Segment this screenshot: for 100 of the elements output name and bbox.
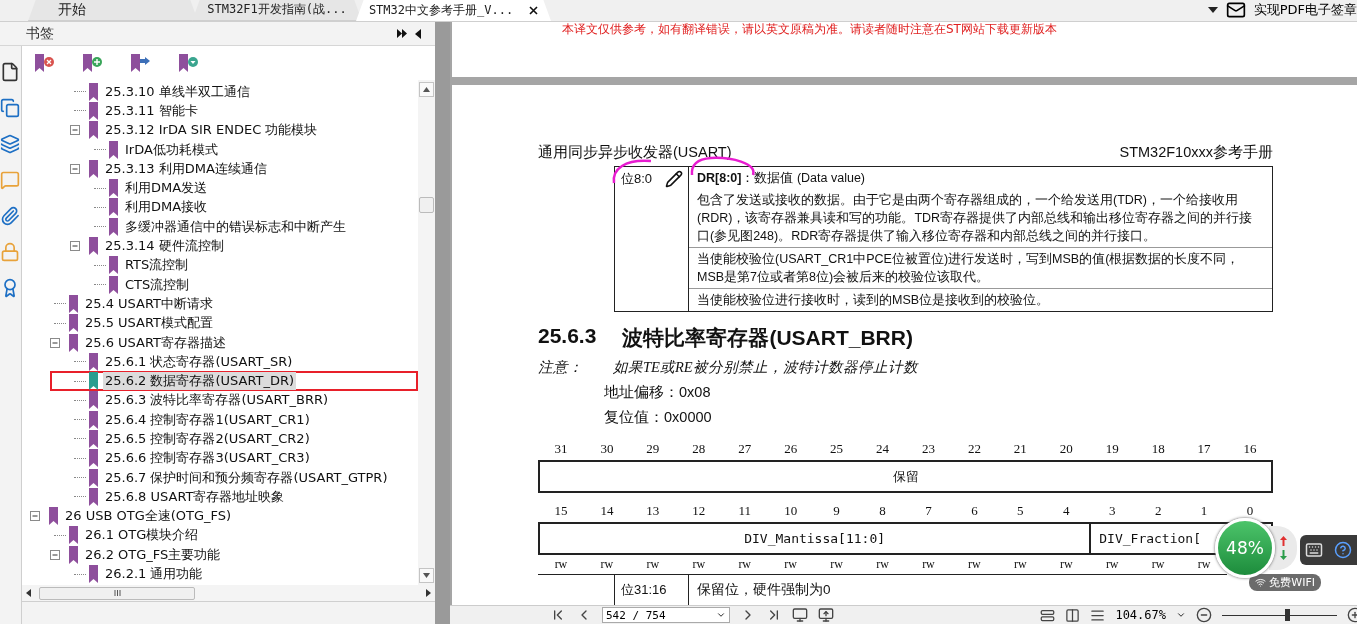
bookmark-title[interactable]: IrDA低功耗模式 [123, 140, 220, 159]
bookmark-title[interactable]: 25.3.14 硬件流控制 [103, 237, 226, 255]
bookmark-item[interactable]: IrDA低功耗模式 [22, 139, 418, 160]
help-icon[interactable] [1333, 541, 1352, 559]
bookmark-title[interactable]: 多缓冲器通信中的错误标志和中断产生 [123, 217, 348, 236]
bookmark-title[interactable]: RTS流控制 [123, 256, 191, 275]
bookmark-item[interactable]: 利用DMA接收 [22, 197, 418, 218]
bookmark-title[interactable]: 26.1 OTG模块介绍 [83, 526, 201, 545]
bookmark-title[interactable]: 25.6.5 控制寄存器2(USART_CR2) [103, 430, 312, 448]
bookmark-title[interactable]: 25.3.11 智能卡 [103, 101, 200, 120]
dropdown-icon[interactable] [1207, 6, 1218, 14]
bookmark-item[interactable]: 多缓冲器通信中的错误标志和中断产生 [22, 217, 418, 237]
bookmark-title[interactable]: 25.6.8 USART寄存器地址映象 [103, 487, 287, 506]
register-field: 保留 [538, 460, 1273, 493]
bookmark-title[interactable]: 利用DMA发送 [123, 179, 210, 198]
bookmark-item[interactable]: 25.5 USART模式配置 [22, 313, 418, 333]
add-bookmark-icon[interactable] [82, 54, 104, 72]
collapse-toggle[interactable] [70, 163, 80, 174]
collapse-toggle[interactable] [70, 125, 80, 136]
page-icon[interactable] [0, 62, 20, 82]
scroll-thumb[interactable] [39, 586, 195, 600]
page-number-field[interactable]: 542 / 754 [602, 607, 730, 623]
continuous-icon[interactable] [1090, 607, 1106, 623]
document-tab[interactable]: STM32中文参考手册_V... [356, 0, 551, 21]
collapse-toggle[interactable] [70, 241, 80, 251]
scroll-left-icon[interactable] [26, 589, 31, 597]
bookmark-item[interactable]: 25.6.7 保护时间和预分频寄存器(USART_GTPR) [22, 467, 418, 488]
bookmark-title[interactable]: 25.4 USART中断请求 [83, 294, 215, 313]
bookmark-title[interactable]: 25.3.12 IrDA SIR ENDEC 功能模块 [103, 121, 320, 140]
bookmark-icon [88, 121, 99, 140]
bookmark-title[interactable]: 利用DMA接收 [123, 198, 210, 217]
dropdown-icon[interactable] [716, 610, 726, 620]
slider-thumb[interactable] [1285, 609, 1291, 621]
bookmark-title[interactable]: 26.2 OTG_FS主要功能 [83, 545, 223, 564]
bookmark-title[interactable]: 25.6.1 状态寄存器(USART_SR) [103, 352, 295, 371]
bookmark-item[interactable]: 26.1 OTG模块介绍 [22, 525, 418, 546]
scroll-thumb[interactable] [419, 197, 434, 213]
bookmark-item[interactable]: 25.3.12 IrDA SIR ENDEC 功能模块 [22, 120, 418, 140]
bookmark-item[interactable]: 25.6.3 波特比率寄存器(USART_BRR) [22, 390, 418, 411]
collapse-toggle[interactable] [50, 549, 60, 560]
bookmark-item[interactable]: 26.2.1 通用功能 [22, 564, 418, 584]
keyboard-icon[interactable] [1305, 541, 1324, 559]
monitor-icon[interactable] [792, 607, 808, 623]
bookmark-item[interactable]: 25.4 USART中断请求 [22, 294, 418, 314]
vertical-scrollbar[interactable] [418, 80, 435, 585]
dropdown-icon[interactable] [1176, 610, 1186, 620]
layers-icon[interactable] [0, 134, 20, 154]
bookmark-title[interactable]: 25.3.13 利用DMA连续通信 [103, 159, 269, 178]
bookmark-icon [108, 217, 119, 236]
bookmark-item[interactable]: 25.6.8 USART寄存器地址映象 [22, 487, 418, 507]
horizontal-scrollbar[interactable] [22, 585, 435, 601]
pages-icon[interactable] [0, 98, 20, 118]
single-page-icon[interactable] [1040, 607, 1056, 623]
bookmark-title[interactable]: 26.2.1 通用功能 [103, 565, 205, 584]
promo-text[interactable]: 实现PDF电子签章 [1253, 1, 1357, 19]
collapse-toggle[interactable] [30, 511, 40, 522]
collapse-toggle[interactable] [50, 337, 60, 348]
delete-bookmark-icon[interactable] [34, 54, 56, 72]
bookmark-title[interactable]: 25.6.3 波特比率寄存器(USART_BRR) [103, 391, 331, 410]
fast-forward-icon[interactable] [397, 29, 407, 38]
scroll-up-button[interactable] [419, 82, 434, 97]
zoom-level[interactable]: 104.67% [1115, 608, 1166, 622]
bookmark-title[interactable]: 25.6.2 数据寄存器(USART_DR) [103, 372, 297, 391]
bookmark-item[interactable]: RTS流控制 [22, 255, 418, 275]
bit-number: 10 [783, 502, 799, 520]
wifi-button[interactable]: 免费WIFI [1249, 574, 1321, 591]
bookmark-item[interactable]: 25.6 USART寄存器描述 [22, 332, 418, 353]
bookmark-item[interactable]: 25.6.4 控制寄存器1(USART_CR1) [22, 410, 418, 430]
bookmark-item[interactable]: 25.3.14 硬件流控制 [22, 236, 418, 256]
bookmark-item[interactable]: 26.2 OTG_FS主要功能 [22, 545, 418, 565]
upload-arrow-icon [1279, 536, 1287, 546]
scroll-right-icon[interactable] [426, 589, 431, 597]
bit-number: 9 [832, 502, 841, 520]
bookmark-title[interactable]: 25.6 USART寄存器描述 [83, 333, 228, 352]
bookmark-item[interactable]: CTS流控制 [22, 274, 418, 295]
two-page-icon[interactable] [1065, 607, 1081, 623]
close-icon[interactable] [529, 5, 539, 15]
zoom-out-icon[interactable] [1196, 607, 1212, 623]
bookmark-title[interactable]: 25.6.4 控制寄存器1(USART_CR1) [103, 410, 312, 429]
bookmark-item[interactable]: 25.6.1 状态寄存器(USART_SR) [22, 352, 418, 372]
bookmark-title[interactable]: 25.6.6 控制寄存器3(USART_CR3) [103, 449, 312, 468]
move-bookmark-icon[interactable] [130, 54, 152, 72]
bookmark-item[interactable]: 25.6.2 数据寄存器(USART_DR) [50, 371, 418, 391]
expand-bookmark-icon[interactable] [178, 54, 200, 72]
bookmark-item[interactable]: 25.3.11 智能卡 [22, 101, 418, 121]
bookmark-title[interactable]: 25.3.10 单线半双工通信 [103, 82, 252, 101]
monitor-icon[interactable] [818, 607, 834, 623]
bookmark-item[interactable]: 25.6.6 控制寄存器3(USART_CR3) [22, 448, 418, 468]
paperclip-icon[interactable] [0, 206, 20, 226]
caret-left-icon[interactable] [415, 28, 421, 39]
bookmark-item[interactable]: 25.3.10 单线半双工通信 [22, 82, 418, 102]
scroll-down-button[interactable] [419, 568, 434, 583]
bookmark-title[interactable]: 25.5 USART模式配置 [83, 314, 215, 333]
bookmark-item[interactable]: 25.3.13 利用DMA连续通信 [22, 159, 418, 179]
bookmark-title[interactable]: 25.6.7 保护时间和预分频寄存器(USART_GTPR) [103, 468, 390, 487]
bookmark-item[interactable]: 25.6.5 控制寄存器2(USART_CR2) [22, 429, 418, 449]
bookmark-title[interactable]: CTS流控制 [123, 275, 192, 294]
bookmark-item[interactable]: 利用DMA发送 [22, 178, 418, 198]
bookmark-item[interactable]: 26 USB OTG全速(OTG_FS) [22, 506, 418, 526]
bookmark-title[interactable]: 26 USB OTG全速(OTG_FS) [63, 507, 234, 526]
